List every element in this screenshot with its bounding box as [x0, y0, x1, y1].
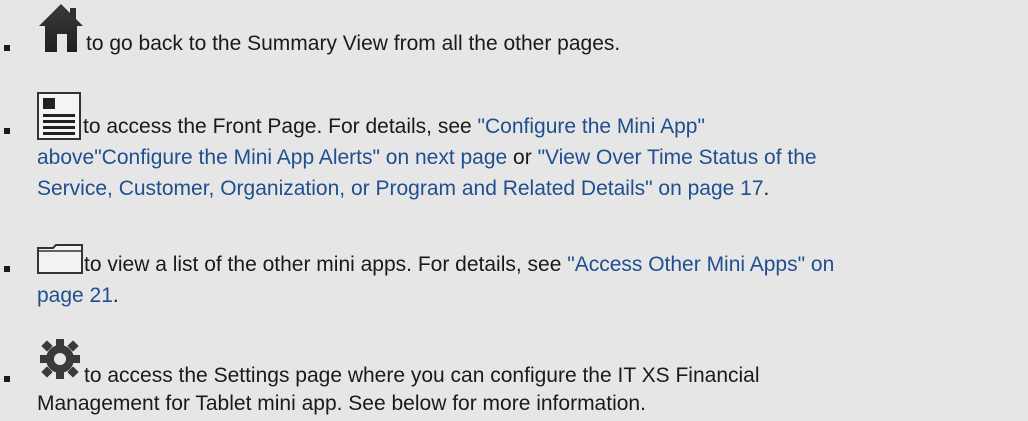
front-page-line-2: above"Configure the Mini App Alerts" on … — [37, 143, 817, 173]
bullet — [4, 266, 10, 272]
front-page-line-1: to access the Front Page. For details, s… — [83, 112, 705, 142]
home-icon[interactable] — [37, 2, 85, 54]
bullet — [4, 45, 10, 51]
settings-line-1: to access the Settings page where you ca… — [84, 364, 760, 387]
front-page-icon[interactable] — [37, 92, 81, 140]
front-page-text: to access the Front Page. For details, s… — [83, 115, 478, 138]
link-access-other-mini-apps-b[interactable]: page 21 — [37, 284, 113, 307]
folder-icon[interactable] — [37, 244, 83, 274]
bullet — [4, 376, 10, 382]
period: . — [763, 177, 770, 200]
folder-line-1: to view a list of the other mini apps. F… — [84, 250, 834, 280]
front-page-line-3: Service, Customer, Organization, or Prog… — [37, 174, 769, 204]
or-text: or — [507, 146, 538, 169]
folder-text: to view a list of the other mini apps. F… — [84, 253, 568, 276]
period: . — [112, 284, 119, 307]
home-description: to go back to the Summary View from all … — [86, 32, 621, 55]
link-view-over-time-b[interactable]: Service, Customer, Organization, or Prog… — [37, 177, 764, 200]
link-configure-mini-app[interactable]: "Configure the Mini App" — [478, 115, 705, 138]
bullet — [4, 128, 10, 134]
gear-icon[interactable] — [37, 337, 83, 381]
link-configure-alerts[interactable]: above"Configure the Mini App Alerts" on … — [37, 146, 507, 169]
folder-line-2: page 21. — [37, 281, 119, 311]
link-view-over-time-a[interactable]: "View Over Time Status of the — [538, 146, 817, 169]
link-access-other-mini-apps-a[interactable]: "Access Other Mini Apps" on — [567, 253, 834, 276]
settings-line-2: Management for Tablet mini app. See belo… — [37, 392, 646, 415]
